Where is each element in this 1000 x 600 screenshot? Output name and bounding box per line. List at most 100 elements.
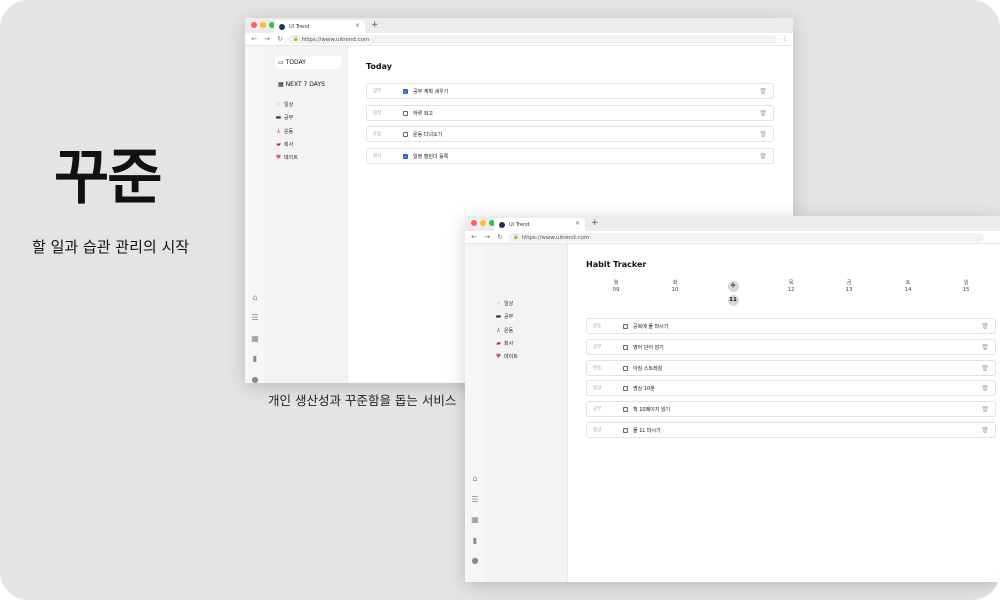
category-daily[interactable]: ✧ 일상 (495, 300, 513, 307)
forward-icon[interactable]: → (483, 233, 491, 241)
user-icon[interactable]: ● (470, 556, 480, 565)
running-icon: ⅄ (496, 327, 501, 334)
habit-row[interactable]: 공부 영어 단어 암기 🗑 (586, 339, 996, 355)
category-date[interactable]: ♥ 데이트 (275, 154, 298, 161)
task-row[interactable]: 공부 ✓ 공부 계획 세우기 🗑 (366, 83, 774, 99)
weekday-fri[interactable]: 금 13 (837, 280, 861, 294)
weekday-wed-today[interactable]: 수 11 (721, 281, 745, 306)
user-icon[interactable]: ● (250, 375, 260, 383)
weekday-thu[interactable]: 목 12 (779, 280, 803, 294)
home-icon[interactable]: ⌂ (250, 293, 260, 302)
task-text: 일정 캘린더 등록 (413, 153, 449, 160)
close-window-button[interactable] (251, 22, 257, 28)
minimize-window-button[interactable] (260, 22, 266, 28)
weekday-sat[interactable]: 토 14 (896, 280, 920, 294)
tab-bar: UI Trend × + (245, 18, 793, 33)
category-label: 회사 (504, 341, 514, 347)
close-window-button[interactable] (471, 220, 477, 226)
reload-icon[interactable]: ↻ (276, 35, 284, 43)
close-tab-icon[interactable]: × (575, 220, 580, 227)
weekday-tue[interactable]: 화 10 (663, 280, 687, 294)
new-tab-button[interactable]: + (371, 20, 379, 30)
tab-title: UI Trend (509, 221, 530, 228)
new-tab-button[interactable]: + (591, 218, 599, 228)
back-icon[interactable]: ← (470, 233, 478, 241)
category-date[interactable]: ♥ 데이트 (495, 353, 518, 360)
trash-icon[interactable]: 🗑 (759, 131, 767, 138)
habit-text: 명상 10분 (633, 385, 655, 392)
habit-row[interactable]: 공부 책 10페이지 읽기 🗑 (586, 401, 996, 417)
trash-icon[interactable]: 🗑 (759, 153, 767, 160)
browser-tab[interactable]: UI Trend × (274, 20, 365, 33)
habit-row[interactable]: 운동 공복에 물 마시기 🗑 (586, 318, 996, 334)
minimize-window-button[interactable] (480, 220, 486, 226)
book-icon: ▬ (275, 114, 282, 121)
trash-icon[interactable]: 🗑 (981, 406, 989, 413)
task-row[interactable]: 일상 하루 회고 🗑 (366, 105, 774, 121)
back-icon[interactable]: ← (250, 35, 258, 43)
calendar-icon[interactable]: ▦ (470, 515, 480, 524)
category-study[interactable]: ▬ 공부 (275, 114, 294, 121)
forward-icon[interactable]: → (263, 35, 271, 43)
task-tag: 운동 (373, 132, 382, 137)
category-exercise[interactable]: ⅄ 운동 (275, 128, 294, 135)
task-checkbox[interactable] (403, 110, 408, 116)
lock-icon: 🔒 (513, 235, 519, 240)
habit-checkbox[interactable] (623, 365, 628, 371)
home-icon[interactable]: ⌂ (470, 474, 480, 483)
address-field[interactable]: 🔒 https://www.uitrend.com (508, 233, 984, 242)
url-text: https://www.uitrend.com (301, 36, 370, 43)
weekday-date: 11 (727, 295, 739, 306)
task-checkbox[interactable]: ✓ (403, 88, 408, 94)
trash-icon[interactable]: 🗑 (981, 344, 989, 351)
weekday-label: 일 (963, 280, 969, 286)
task-text: 운동 다녀오기 (413, 131, 443, 138)
list-icon[interactable]: ☰ (250, 313, 260, 322)
weekday-label: 토 (905, 280, 911, 286)
habit-checkbox[interactable] (623, 323, 628, 329)
habit-row[interactable]: 일상 명상 10분 🗑 (586, 380, 996, 396)
category-work[interactable]: ▰ 회사 (495, 340, 513, 347)
tab-bar: UI Trend × + (465, 216, 1000, 231)
calendar-grid-icon: ▦ (278, 81, 284, 88)
task-checkbox[interactable] (403, 131, 408, 137)
browser-tab[interactable]: UI Trend × (494, 218, 585, 231)
trash-icon[interactable]: 🗑 (981, 323, 989, 330)
chart-icon[interactable]: ▮ (470, 536, 480, 545)
weekday-mon[interactable]: 월 09 (604, 280, 628, 294)
category-exercise[interactable]: ⅄ 운동 (495, 327, 514, 334)
habit-row[interactable]: 일상 물 1L 마시기 🗑 (586, 422, 996, 438)
habit-row[interactable]: 운동 아침 스트레칭 🗑 (586, 360, 996, 376)
weekday-date: 12 (787, 287, 795, 293)
task-checkbox[interactable]: ✓ (403, 153, 408, 159)
calendar-icon[interactable]: ▦ (250, 334, 260, 343)
list-icon[interactable]: ☰ (470, 495, 480, 504)
trash-icon[interactable]: 🗑 (981, 427, 989, 434)
trash-icon[interactable]: 🗑 (981, 385, 989, 392)
chart-icon[interactable]: ▮ (250, 354, 260, 363)
reload-icon[interactable]: ↻ (496, 233, 504, 241)
category-label: 일상 (504, 301, 514, 307)
category-work[interactable]: ▰ 회사 (275, 141, 293, 148)
close-tab-icon[interactable]: × (355, 22, 360, 29)
nav-next-7-days[interactable]: ▦ NEXT 7 DAYS (275, 78, 341, 91)
weekday-label: 수 (727, 281, 739, 292)
task-row[interactable]: 운동 운동 다녀오기 🗑 (366, 126, 774, 142)
habit-checkbox[interactable] (623, 344, 628, 350)
address-field[interactable]: 🔒 https://www.uitrend.com (288, 35, 777, 44)
habit-checkbox[interactable] (623, 427, 628, 433)
nav-today[interactable]: ▭ TODAY (275, 56, 341, 69)
sidebar: ✧ 일상 ▬ 공부 ⅄ 운동 ▰ 회사 ♥ 데이트 (485, 244, 568, 582)
menu-kebab-icon[interactable]: ⋮ (782, 35, 788, 42)
trash-icon[interactable]: 🗑 (981, 365, 989, 372)
car-icon: ▰ (496, 340, 501, 347)
category-study[interactable]: ▬ 공부 (495, 313, 514, 320)
weekday-label: 목 (788, 280, 794, 286)
trash-icon[interactable]: 🗑 (759, 88, 767, 95)
habit-checkbox[interactable] (623, 385, 628, 391)
category-daily[interactable]: ✧ 일상 (275, 101, 293, 108)
weekday-sun[interactable]: 일 15 (954, 280, 978, 294)
habit-checkbox[interactable] (623, 406, 628, 412)
task-row[interactable]: 회사 ✓ 일정 캘린더 등록 🗑 (366, 148, 774, 164)
trash-icon[interactable]: 🗑 (759, 110, 767, 117)
